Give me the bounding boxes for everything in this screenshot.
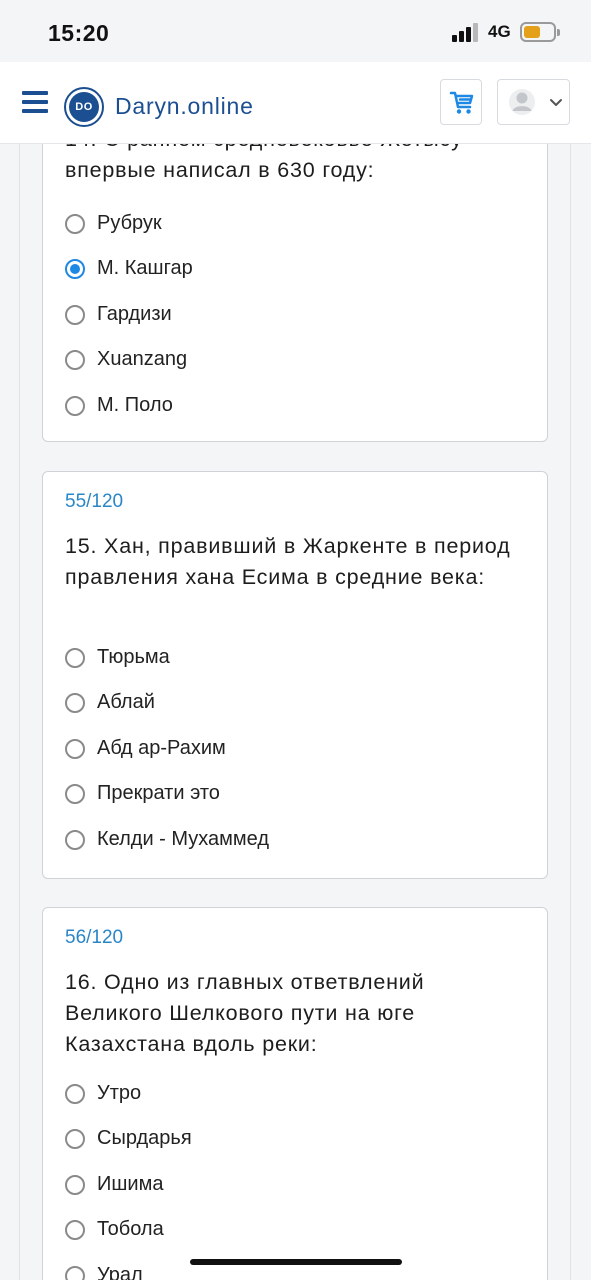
answer-option[interactable]: Гардизи bbox=[65, 301, 525, 331]
answer-option[interactable]: Ишима bbox=[65, 1171, 525, 1201]
avatar-icon bbox=[509, 89, 535, 115]
answer-label: Абд ар-Рахим bbox=[97, 737, 226, 759]
container-border-right bbox=[570, 62, 571, 1280]
answer-label: Гардизи bbox=[97, 303, 172, 325]
radio-button[interactable] bbox=[65, 784, 85, 804]
question-counter: 55/120 bbox=[65, 491, 124, 512]
logo[interactable]: DO bbox=[64, 87, 104, 127]
answer-label: Тюрьма bbox=[97, 646, 170, 668]
answer-label: Тобола bbox=[97, 1218, 164, 1240]
answer-label: М. Поло bbox=[97, 394, 173, 416]
logo-text: DO bbox=[69, 92, 99, 122]
menu-icon[interactable] bbox=[22, 89, 48, 115]
radio-button[interactable] bbox=[65, 1084, 85, 1104]
radio-button[interactable] bbox=[65, 1175, 85, 1195]
answer-label: Xuanzang bbox=[97, 348, 188, 370]
answer-label: Прекрати это bbox=[97, 782, 220, 804]
site-header: DO Daryn.online bbox=[0, 62, 591, 144]
answer-option[interactable]: Xuanzang bbox=[65, 346, 525, 376]
answer-label: Келди - Мухаммед bbox=[97, 828, 270, 850]
cart-icon bbox=[449, 91, 474, 114]
radio-button[interactable] bbox=[65, 1266, 85, 1280]
answer-option[interactable]: М. Поло bbox=[65, 392, 525, 422]
brand-name[interactable]: Daryn.online bbox=[115, 93, 254, 120]
question-card-16: 56/120 16. Одно из главных ответвлений В… bbox=[42, 907, 548, 1280]
home-indicator[interactable] bbox=[190, 1259, 402, 1265]
answer-label: М. Кашгар bbox=[97, 257, 193, 279]
answer-label: Ишима bbox=[97, 1173, 164, 1195]
answer-option[interactable]: Аблай bbox=[65, 689, 525, 719]
radio-button[interactable] bbox=[65, 648, 85, 668]
answer-label: Утро bbox=[97, 1082, 142, 1104]
radio-button[interactable] bbox=[65, 305, 85, 325]
page-content[interactable]: 14. С раннем средневековье Жетысу впервы… bbox=[0, 62, 591, 1280]
answer-option[interactable]: Сырдарья bbox=[65, 1125, 525, 1155]
battery-icon bbox=[520, 22, 560, 42]
radio-button[interactable] bbox=[65, 830, 85, 850]
question-card-15: 55/120 15. Хан, правивший в Жаркенте в п… bbox=[42, 471, 548, 879]
radio-button[interactable] bbox=[65, 1220, 85, 1240]
user-menu-button[interactable] bbox=[497, 79, 570, 125]
container-border-left bbox=[19, 62, 20, 1280]
answer-option[interactable]: Келди - Мухаммед bbox=[65, 826, 525, 856]
radio-button[interactable] bbox=[65, 350, 85, 370]
answer-option[interactable]: Прекрати это bbox=[65, 780, 525, 810]
radio-button[interactable] bbox=[65, 739, 85, 759]
answer-label: Сырдарья bbox=[97, 1127, 192, 1149]
question-text: 16. Одно из главных ответвлений Великого… bbox=[65, 970, 425, 1056]
answer-label: Рубрук bbox=[97, 212, 162, 234]
answer-option[interactable]: Тобола bbox=[65, 1216, 525, 1246]
answer-option[interactable]: Тюрьма bbox=[65, 644, 525, 674]
question-counter: 56/120 bbox=[65, 927, 124, 948]
question-text: 15. Хан, правивший в Жаркенте в период п… bbox=[65, 534, 511, 589]
answer-option[interactable]: М. Кашгар bbox=[65, 255, 525, 285]
status-time: 15:20 bbox=[48, 20, 110, 46]
cart-button[interactable] bbox=[440, 79, 482, 125]
status-bar: 15:20 4G bbox=[0, 0, 591, 62]
signal-icon bbox=[452, 22, 482, 42]
answer-option[interactable]: Утро bbox=[65, 1080, 525, 1110]
radio-button[interactable] bbox=[65, 693, 85, 713]
answer-label: Аблай bbox=[97, 691, 155, 713]
answer-option[interactable]: Рубрук bbox=[65, 210, 525, 240]
chevron-down-icon bbox=[550, 99, 562, 106]
answer-option[interactable]: Абд ар-Рахим bbox=[65, 735, 525, 765]
radio-button-selected[interactable] bbox=[65, 259, 85, 279]
radio-button[interactable] bbox=[65, 1129, 85, 1149]
radio-button[interactable] bbox=[65, 396, 85, 416]
network-type: 4G bbox=[488, 22, 511, 41]
answer-label: Урал bbox=[97, 1264, 143, 1280]
radio-button[interactable] bbox=[65, 214, 85, 234]
